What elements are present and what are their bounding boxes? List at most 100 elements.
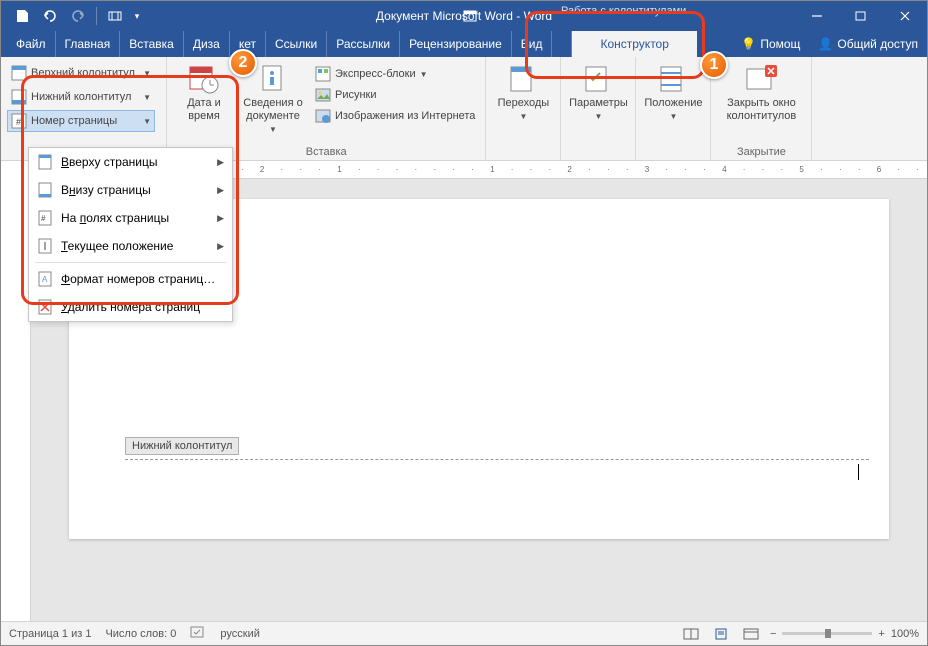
page-bottom-icon <box>37 182 53 198</box>
page-top-icon <box>37 154 53 170</box>
picture-icon <box>315 87 331 103</box>
tab-designer[interactable]: Конструктор <box>572 31 696 57</box>
menu-format-page-numbers[interactable]: AФормат номеров страниц… <box>29 265 232 293</box>
zoom-out-button[interactable]: − <box>770 628 776 640</box>
chevron-right-icon: ▶ <box>217 185 224 196</box>
touch-mode-button[interactable] <box>102 4 128 28</box>
tab-references[interactable]: Ссылки <box>266 31 327 57</box>
minimize-button[interactable] <box>795 1 839 31</box>
view-read-mode-button[interactable] <box>680 625 702 643</box>
header-button[interactable]: Верхний колонтитул ▼ <box>7 62 155 84</box>
footer-button[interactable]: Нижний колонтитул ▼ <box>7 86 155 108</box>
status-page[interactable]: Страница 1 из 1 <box>9 628 91 640</box>
page-number-icon: # <box>11 113 27 129</box>
document-info-icon <box>257 63 289 95</box>
share-icon: 👤 <box>818 37 833 51</box>
footer-icon <box>11 89 27 105</box>
menu-top-of-page[interactable]: Вверху страницы▶ <box>29 148 232 176</box>
position-icon <box>657 63 689 95</box>
chevron-down-icon: ▼ <box>143 117 151 126</box>
page-margins-icon: # <box>37 210 53 226</box>
ribbon: Верхний колонтитул ▼ Нижний колонтитул ▼… <box>1 57 927 161</box>
navigation-button[interactable]: Переходы▼ <box>492 60 554 125</box>
remove-icon <box>37 299 53 315</box>
status-bar: Страница 1 из 1 Число слов: 0 русский − … <box>1 621 927 645</box>
group-header-footer: Верхний колонтитул ▼ Нижний колонтитул ▼… <box>1 57 167 160</box>
tab-insert[interactable]: Вставка <box>120 31 184 57</box>
menu-bottom-of-page[interactable]: Внизу страницы▶ <box>29 176 232 204</box>
footer-edit-area[interactable] <box>125 459 869 489</box>
spell-check-icon[interactable] <box>190 625 206 642</box>
callout-number-2: 2 <box>229 49 257 77</box>
quick-parts-button[interactable]: Экспресс-блоки ▼ <box>311 64 479 84</box>
position-button[interactable]: Положение▼ <box>642 60 704 125</box>
view-web-layout-button[interactable] <box>740 625 762 643</box>
online-picture-icon <box>315 108 331 124</box>
tab-home[interactable]: Главная <box>56 31 121 57</box>
status-word-count[interactable]: Число слов: 0 <box>105 628 176 640</box>
options-button[interactable]: Параметры▼ <box>567 60 629 125</box>
text-cursor <box>858 464 859 480</box>
group-options: Параметры▼ <box>561 57 636 160</box>
online-pictures-button[interactable]: Изображения из Интернета <box>311 106 479 126</box>
zoom-level[interactable]: 100% <box>891 628 919 640</box>
pictures-button[interactable]: Рисунки <box>311 85 479 105</box>
current-pos-icon <box>37 238 53 254</box>
undo-button[interactable] <box>37 4 63 28</box>
menu-remove-page-numbers[interactable]: Удалить номера страниц <box>29 293 232 321</box>
tell-me-button[interactable]: 💡Помощ <box>732 31 809 57</box>
quick-access-toolbar: ▾ <box>1 4 144 28</box>
callout-number-1: 1 <box>700 51 728 79</box>
footer-tag: Нижний колонтитул <box>125 437 239 455</box>
share-button[interactable]: 👤Общий доступ <box>809 31 927 57</box>
maximize-button[interactable] <box>839 1 883 31</box>
tab-mailings[interactable]: Рассылки <box>327 31 400 57</box>
page-number-button[interactable]: #Номер страницы ▼ <box>7 110 155 132</box>
titlebar: ▾ Документ Microsoft Word - Word Работа … <box>1 1 927 31</box>
close-icon <box>745 63 777 95</box>
group-close: Закрыть окно колонтитулов Закрытие <box>711 57 812 160</box>
group-position: Положение▼ <box>636 57 711 160</box>
chevron-down-icon: ▼ <box>143 69 151 78</box>
window-title: Документ Microsoft Word - Word <box>376 9 552 23</box>
qat-customize-button[interactable]: ▾ <box>130 4 144 28</box>
redo-button[interactable] <box>65 4 91 28</box>
chevron-right-icon: ▶ <box>217 241 224 252</box>
close-button[interactable] <box>883 1 927 31</box>
tab-review[interactable]: Рецензирование <box>400 31 512 57</box>
close-header-footer-button[interactable]: Закрыть окно колонтитулов <box>717 60 805 126</box>
zoom-control[interactable]: − + 100% <box>770 628 919 640</box>
quick-parts-icon <box>315 66 331 82</box>
navigation-icon <box>507 63 539 95</box>
window-controls <box>795 1 927 31</box>
group-close-label: Закрытие <box>717 144 805 160</box>
bulb-icon: 💡 <box>741 37 756 51</box>
chevron-right-icon: ▶ <box>217 213 224 224</box>
menu-current-position[interactable]: Текущее положение▶ <box>29 232 232 260</box>
tab-design[interactable]: Диза <box>184 31 230 57</box>
format-icon: A <box>37 271 53 287</box>
svg-text:#: # <box>41 214 46 223</box>
save-button[interactable] <box>9 4 35 28</box>
contextual-tab-label: Работа с колонтитулами <box>561 5 686 17</box>
svg-text:#: # <box>16 117 21 127</box>
header-icon <box>11 65 27 81</box>
view-print-layout-button[interactable] <box>710 625 732 643</box>
status-language[interactable]: русский <box>220 628 259 640</box>
group-insert: Дата и время Сведения о документе▼ Экспр… <box>167 57 486 160</box>
menu-page-margins[interactable]: #На полях страницы▶ <box>29 204 232 232</box>
calendar-icon <box>188 63 220 95</box>
ribbon-tabs: Файл Главная Вставка Диза кет Ссылки Рас… <box>1 31 927 57</box>
date-time-button[interactable]: Дата и время <box>173 60 235 126</box>
svg-text:A: A <box>42 275 48 284</box>
chevron-right-icon: ▶ <box>217 157 224 168</box>
group-navigation: Переходы▼ <box>486 57 561 160</box>
chevron-down-icon: ▼ <box>143 93 151 102</box>
options-icon <box>582 63 614 95</box>
vertical-ruler[interactable] <box>1 179 31 629</box>
tab-view[interactable]: Вид <box>512 31 553 57</box>
zoom-in-button[interactable]: + <box>878 628 884 640</box>
zoom-slider[interactable] <box>782 632 872 635</box>
tab-file[interactable]: Файл <box>7 31 56 57</box>
page-number-menu: Вверху страницы▶ Внизу страницы▶ #На пол… <box>28 147 233 322</box>
